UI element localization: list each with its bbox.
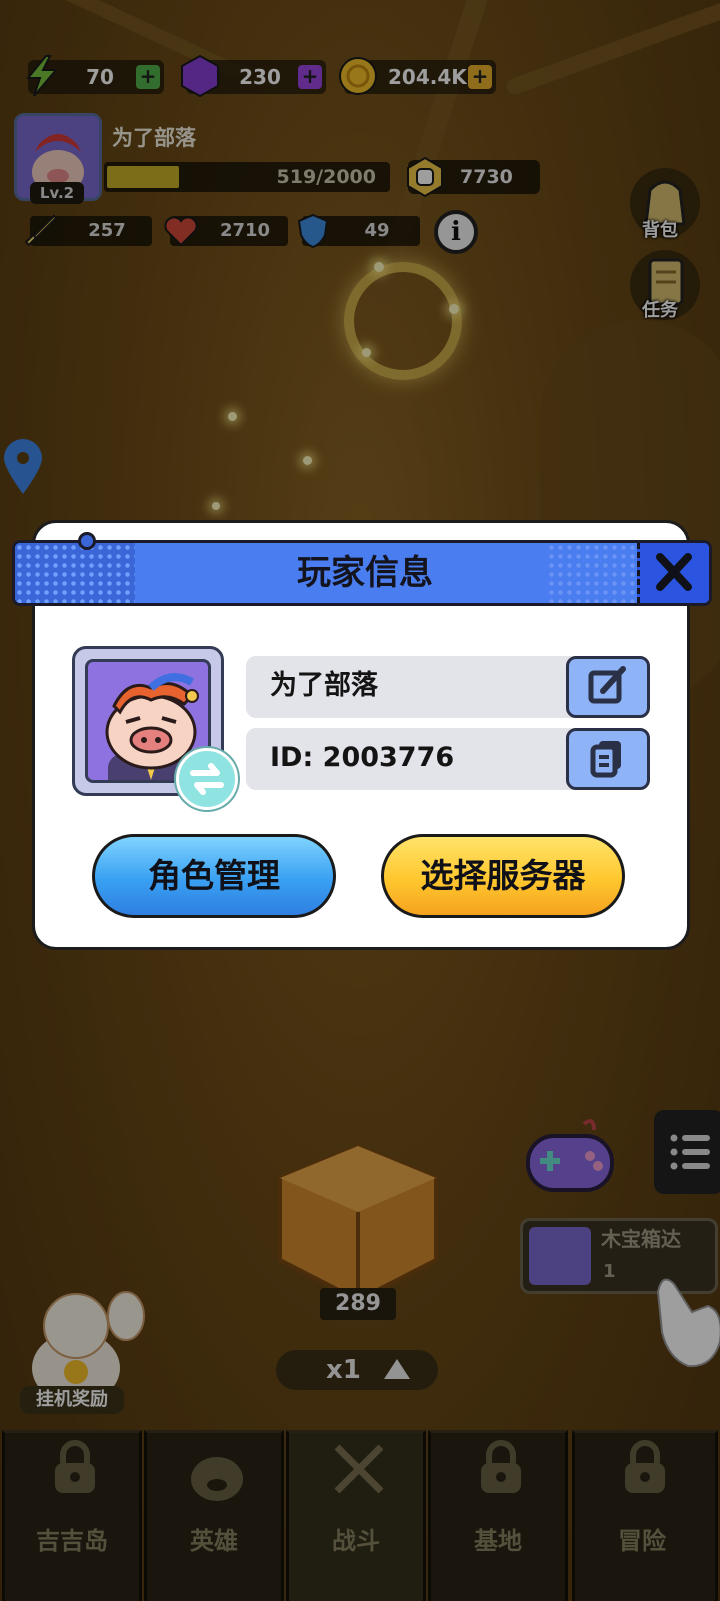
close-button[interactable] bbox=[637, 543, 709, 603]
header-dot bbox=[78, 532, 96, 550]
close-icon bbox=[656, 553, 692, 591]
dialog-header: 玩家信息 bbox=[12, 540, 712, 606]
role-manage-button[interactable]: 角色管理 bbox=[92, 834, 336, 918]
copy-icon bbox=[590, 741, 621, 778]
player-id-value: ID: 2003776 bbox=[270, 742, 455, 773]
copy-id-button[interactable] bbox=[566, 728, 650, 790]
select-server-button[interactable]: 选择服务器 bbox=[381, 834, 625, 918]
dialog-title: 玩家信息 bbox=[297, 553, 433, 593]
edit-icon bbox=[588, 666, 626, 704]
edit-name-button[interactable] bbox=[566, 656, 650, 718]
swap-arrows-icon bbox=[190, 763, 224, 795]
change-avatar-button[interactable] bbox=[176, 748, 238, 810]
player-name-field: 为了部落 bbox=[246, 656, 650, 718]
player-name-value: 为了部落 bbox=[270, 670, 378, 701]
player-id-field: ID: 2003776 bbox=[246, 728, 650, 790]
